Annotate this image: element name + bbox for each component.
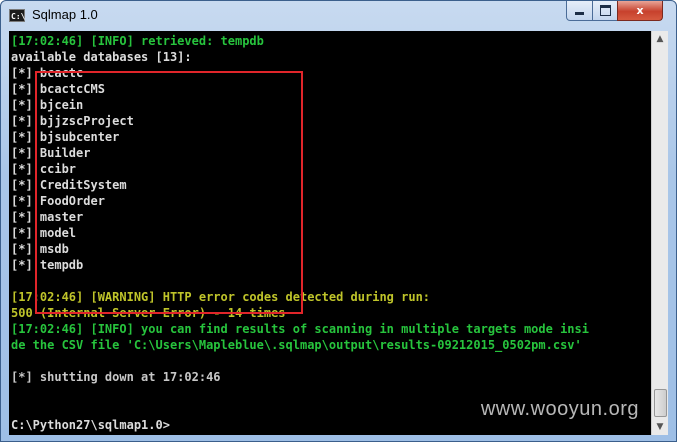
title-bar[interactable]: C:\ Sqlmap 1.0 x: [1, 1, 676, 31]
minimize-icon: [575, 12, 584, 15]
scroll-up-arrow-icon[interactable]: ▲: [652, 31, 668, 47]
maximize-button[interactable]: [592, 1, 618, 21]
console-line: available databases [13]:: [11, 50, 192, 64]
cmd-app-icon[interactable]: C:\: [9, 9, 25, 22]
console-line: [*] bcactcCMS: [11, 82, 105, 96]
vertical-scrollbar[interactable]: ▲ ▼: [651, 31, 668, 435]
console-line: de the CSV file 'C:\Users\Mapleblue\.sql…: [11, 338, 582, 352]
console-line: [17:02:46] [WARNING] HTTP error codes de…: [11, 290, 431, 304]
console-line: [*] CreditSystem: [11, 178, 127, 192]
scroll-down-arrow-icon[interactable]: ▼: [652, 419, 668, 435]
console-line: [*] msdb: [11, 242, 69, 256]
watermark: www.wooyun.org: [480, 398, 639, 420]
console-line: [*] bcactc: [11, 66, 84, 80]
console-line: [*] bjcein: [11, 98, 84, 112]
console-text: [17:02:46] [INFO] retrieved: tempdb avail…: [11, 33, 589, 433]
console-line: [*] shutting down at 17:02:46: [11, 370, 221, 384]
console-line: [*] Builder: [11, 146, 91, 160]
console-line: [*] master: [11, 210, 84, 224]
minimize-button[interactable]: [566, 1, 593, 21]
console-line: [17:02:46] [INFO] you can find results o…: [11, 322, 589, 336]
maximize-icon: [599, 5, 611, 16]
console-line: [*] bjjzscProject: [11, 114, 134, 128]
console-line: [*] FoodOrder: [11, 194, 105, 208]
close-button[interactable]: x: [617, 1, 663, 21]
close-icon: x: [636, 4, 644, 17]
console-line: [*] ccibr: [11, 162, 77, 176]
console-line: [*] model: [11, 226, 77, 240]
scrollbar-thumb[interactable]: [654, 389, 667, 417]
console-line: [17:02:46] [INFO] retrieved: tempdb: [11, 34, 264, 48]
console-line: 500 (Internal Server Error) - 14 times: [11, 306, 286, 320]
console-window: C:\ Sqlmap 1.0 x [17:02:46] [INFO] retri…: [0, 0, 677, 442]
console-line: [*] bjsubcenter: [11, 130, 120, 144]
console-output[interactable]: [17:02:46] [INFO] retrieved: tempdb avail…: [9, 31, 651, 435]
console-line: [*] tempdb: [11, 258, 84, 272]
window-title: Sqlmap 1.0: [32, 7, 98, 22]
